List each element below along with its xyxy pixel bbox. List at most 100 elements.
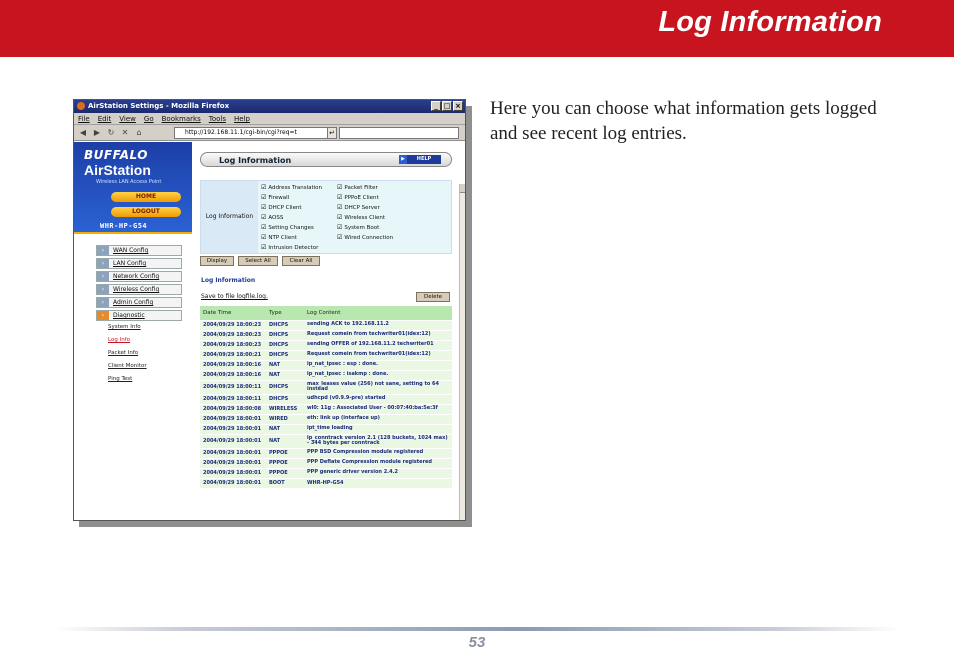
cell-log-content: wl0: 11g : Associated User - 00:07:40:ba… <box>304 403 452 414</box>
menu-tools[interactable]: Tools <box>209 113 226 124</box>
menu-bookmarks[interactable]: Bookmarks <box>162 113 201 124</box>
forward-icon[interactable]: ▶ <box>92 128 102 137</box>
table-row: 2004/09/29 18:00:01 WIRED eth: link up (in… <box>200 413 452 424</box>
cell-log-content: ip_conntrack version 2.1 (128 buckets, 1… <box>304 433 452 448</box>
go-icon[interactable]: ↵ <box>327 127 337 139</box>
menu-view[interactable]: View <box>119 113 136 124</box>
sidebar-subitem-system-info[interactable]: System Info <box>108 324 141 330</box>
help-button[interactable]: HELP <box>399 155 441 164</box>
cell-log-content: WHR-HP-G54 <box>304 477 452 488</box>
cell-date-time: 2004/09/29 18:00:23 <box>200 319 266 330</box>
reload-icon[interactable]: ↻ <box>106 128 116 137</box>
footer-divider <box>55 627 900 631</box>
cell-type: DHCPS <box>266 349 304 360</box>
checkbox-ntp-client[interactable]: NTP Client <box>261 234 296 241</box>
checkbox-address-translation[interactable]: Address Translation <box>261 184 322 191</box>
cell-log-content: sending ACK to 192.168.11.2 <box>304 319 452 330</box>
cell-date-time: 2004/09/29 18:00:01 <box>200 467 266 478</box>
page-title: Log Information <box>658 6 882 38</box>
search-input[interactable] <box>339 127 459 139</box>
cell-type: PPPOE <box>266 457 304 468</box>
table-row: 2004/09/29 18:00:23 DHCPS Request comein f… <box>200 329 452 340</box>
cell-date-time: 2004/09/29 18:00:11 <box>200 379 266 394</box>
cell-type: NAT <box>266 423 304 434</box>
checkbox-wired-connection[interactable]: Wired Connection <box>337 234 393 241</box>
checkbox-firewall[interactable]: Firewall <box>261 194 289 201</box>
intro-text: Here you can choose what information get… <box>490 98 877 144</box>
sidebar-item-diagnostic[interactable]: › Diagnostic <box>96 310 182 321</box>
cell-log-content: ip_nat_ipsec : isakmp : done. <box>304 369 452 380</box>
sidebar-item-network-config[interactable]: › Network Config <box>96 271 182 282</box>
checkbox-pppoe-client[interactable]: PPPoE Client <box>337 194 378 201</box>
sidebar-banner: BUFFALO AirStation Wireless LAN Access P… <box>74 142 192 234</box>
url-bar[interactable]: http://192.168.11.1/cgi-bin/cgi?req=t <box>174 127 329 139</box>
logout-button[interactable]: LOGOUT <box>111 207 181 217</box>
cell-log-content: ip_nat_ipsec : esp : done. <box>304 359 452 370</box>
browser-window: AirStation Settings - Mozilla Firefox _ … <box>73 99 466 521</box>
sidebar-subitem-ping-test[interactable]: Ping Test <box>108 376 132 382</box>
firefox-icon <box>77 102 85 110</box>
clear-all-button[interactable]: Clear All <box>282 256 320 266</box>
sidebar-item-lan-config[interactable]: › LAN Config <box>96 258 182 269</box>
cell-type: NAT <box>266 359 304 370</box>
table-row: 2004/09/29 18:00:01 NAT ipt_time loading <box>200 423 452 434</box>
cell-date-time: 2004/09/29 18:00:23 <box>200 329 266 340</box>
scrollbar[interactable] <box>459 184 465 520</box>
checkbox-system-boot[interactable]: System Boot <box>337 224 379 231</box>
select-all-button[interactable]: Select All <box>238 256 278 266</box>
cell-log-content: eth: link up (interface up) <box>304 413 452 424</box>
checkbox-aoss[interactable]: AOSS <box>261 214 283 221</box>
checkbox-wireless-client[interactable]: Wireless Client <box>337 214 385 221</box>
menu-edit[interactable]: Edit <box>98 113 112 124</box>
sidebar-item-admin-config[interactable]: › Admin Config <box>96 297 182 308</box>
cell-log-content: Request comein from techwriter01(idex:12… <box>304 349 452 360</box>
delete-button[interactable]: Delete <box>416 292 450 302</box>
product-logo: AirStation <box>84 162 151 178</box>
cell-type: NAT <box>266 433 304 448</box>
home-icon[interactable]: ⌂ <box>134 128 144 137</box>
window-title: AirStation Settings - Mozilla Firefox <box>88 102 230 110</box>
checkbox-packet-filter[interactable]: Packet Filter <box>337 184 377 191</box>
section-header: Log Information HELP <box>200 152 452 167</box>
chevron-down-icon: › <box>97 311 109 320</box>
back-icon[interactable]: ◀ <box>78 128 88 137</box>
table-row: 2004/09/29 18:00:08 WIRELESS wl0: 11g : As… <box>200 403 452 414</box>
column-header-type: Type <box>266 306 304 320</box>
cell-date-time: 2004/09/29 18:00:23 <box>200 339 266 350</box>
cell-log-content: ipt_time loading <box>304 423 452 434</box>
sidebar-item-wan-config[interactable]: › WAN Config <box>96 245 182 256</box>
checkbox-intrusion-detector[interactable]: Intrusion Detector <box>261 244 318 251</box>
menu-go[interactable]: Go <box>144 113 154 124</box>
save-to-file-link[interactable]: Save to file logfile.log. <box>201 293 268 300</box>
display-button[interactable]: Display <box>200 256 234 266</box>
maximize-icon[interactable]: □ <box>442 101 452 111</box>
sidebar-subitem-packet-info[interactable]: Packet Info <box>108 350 138 356</box>
cell-log-content: PPP Deflate Compression module registere… <box>304 457 452 468</box>
stop-icon[interactable]: ✕ <box>120 128 130 137</box>
menu-bar: File Edit View Go Bookmarks Tools Help <box>74 113 465 125</box>
cell-date-time: 2004/09/29 18:00:16 <box>200 359 266 370</box>
sidebar-subitem-log-info[interactable]: Log Info <box>108 337 130 343</box>
model-name: WHR-HP-G54 <box>100 222 148 230</box>
page-number: 53 <box>468 634 486 651</box>
close-icon[interactable]: × <box>453 101 463 111</box>
sidebar-item-wireless-config[interactable]: › Wireless Config <box>96 284 182 295</box>
window-titlebar: AirStation Settings - Mozilla Firefox _ … <box>74 100 465 113</box>
cell-type: PPPOE <box>266 447 304 458</box>
cell-type: NAT <box>266 369 304 380</box>
checkbox-dhcp-client[interactable]: DHCP Client <box>261 204 301 211</box>
cell-log-content: sending OFFER of 192.168.11.2 techwriter… <box>304 339 452 350</box>
chevron-right-icon: › <box>97 285 109 294</box>
sidebar: BUFFALO AirStation Wireless LAN Access P… <box>74 142 192 520</box>
page-header-bar: Log Information <box>0 0 954 57</box>
menu-help[interactable]: Help <box>234 113 250 124</box>
menu-file[interactable]: File <box>78 113 90 124</box>
sidebar-subitem-client-monitor[interactable]: Client Monitor <box>108 363 147 369</box>
page-content: BUFFALO AirStation Wireless LAN Access P… <box>74 142 465 520</box>
home-button[interactable]: HOME <box>111 192 181 202</box>
minimize-icon[interactable]: _ <box>431 101 441 111</box>
checkbox-dhcp-server[interactable]: DHCP Server <box>337 204 379 211</box>
cell-type: DHCPS <box>266 339 304 350</box>
cell-log-content: PPP generic driver version 2.4.2 <box>304 467 452 478</box>
checkbox-setting-changes[interactable]: Setting Changes <box>261 224 313 231</box>
